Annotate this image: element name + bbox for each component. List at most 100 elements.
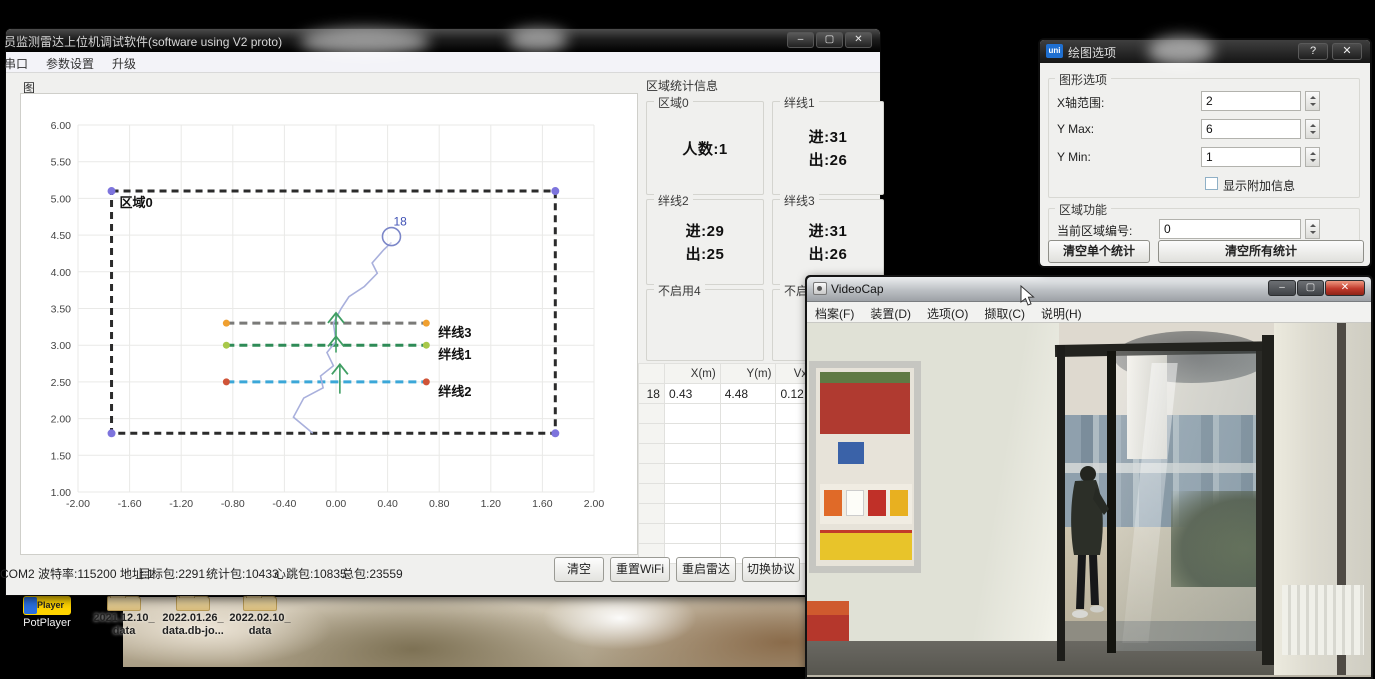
tripwire-endpoint[interactable] <box>423 320 430 327</box>
desktop-screen: Player PotPlayer 2021.12.10_ data 2022.0… <box>0 0 1375 679</box>
close-button[interactable]: ✕ <box>1325 280 1365 296</box>
y-tick-label: 2.00 <box>51 414 72 426</box>
desktop-icon-folder-3[interactable]: 2022.02.10_ data <box>224 596 296 638</box>
clear-all-stats-button[interactable]: 清空所有统计 <box>1158 240 1364 263</box>
videocap-window: VideoCap – ▢ ✕ 档案(F) 装置(D) 选项(O) 撷取(C) 说… <box>805 275 1373 679</box>
radar-titlebar[interactable]: 员监测雷达上位机调试软件(software using V2 proto) – … <box>6 29 880 52</box>
mouse-cursor <box>1020 285 1036 307</box>
menu-options[interactable]: 选项(O) <box>927 305 968 322</box>
region-corner-handle[interactable] <box>551 429 559 437</box>
status-heartbeat-packets: 心跳包:10835 <box>274 565 347 582</box>
x-tick-label: 0.40 <box>377 498 398 510</box>
restart-radar-button[interactable]: 重启雷达 <box>676 557 736 582</box>
y-tick-label: 4.00 <box>51 267 72 279</box>
y-max-input[interactable]: 6 <box>1201 119 1301 139</box>
cabinet-sign-blue <box>838 442 864 464</box>
clear-single-stat-button[interactable]: 清空单个统计 <box>1048 240 1150 263</box>
radar-app-window: 员监测雷达上位机调试软件(software using V2 proto) – … <box>5 28 881 596</box>
desktop-icon-potplayer[interactable]: Player PotPlayer <box>8 596 86 629</box>
switch-protocol-button[interactable]: 切换协议 <box>742 557 800 582</box>
status-stat-packets: 统计包:10433 <box>206 565 279 582</box>
region-corner-handle[interactable] <box>108 429 116 437</box>
menu-capture[interactable]: 撷取(C) <box>984 305 1025 322</box>
x-tick-label: 2.00 <box>584 498 605 510</box>
x-range-spinner[interactable] <box>1305 91 1320 111</box>
videocap-app-icon <box>813 282 827 295</box>
tripwire-endpoint[interactable] <box>223 342 230 349</box>
minimize-button[interactable]: – <box>1268 280 1296 296</box>
x-tick-label: 0.80 <box>429 498 450 510</box>
region0-boundary[interactable] <box>112 191 556 433</box>
close-button[interactable]: ✕ <box>1332 43 1362 60</box>
y-min-spinner[interactable] <box>1305 147 1320 167</box>
target-trajectory <box>293 242 391 433</box>
cabinet-pictogram <box>846 490 864 516</box>
menu-serial[interactable]: 串口 <box>4 55 28 72</box>
x-tick-label: 0.00 <box>326 498 347 510</box>
y-tick-label: 5.50 <box>51 157 72 169</box>
stat-box-disabled4: 不启用4 <box>646 289 764 361</box>
tripwire-label: 绊线3 <box>438 325 471 340</box>
y-min-input[interactable]: 1 <box>1201 147 1301 167</box>
blur-artifact <box>300 28 430 56</box>
y-tick-label: 1.00 <box>51 487 72 499</box>
menu-device[interactable]: 装置(D) <box>870 305 911 322</box>
region-corner-handle[interactable] <box>108 187 116 195</box>
col-x: X(m) <box>664 364 720 384</box>
stat-box-tripwire3: 绊线3 进:31 出:26 <box>772 199 884 285</box>
tripwire2-out: 出:25 <box>686 243 725 264</box>
folder-icon <box>243 596 277 611</box>
y-min-label: Y Min: <box>1057 150 1091 164</box>
show-extra-info-checkbox[interactable] <box>1205 177 1218 190</box>
menu-parameter-settings[interactable]: 参数设置 <box>46 55 94 72</box>
region-corner-handle[interactable] <box>551 187 559 195</box>
x-range-input[interactable]: 2 <box>1201 91 1301 111</box>
menu-file[interactable]: 档案(F) <box>815 305 854 322</box>
y-tick-label: 3.50 <box>51 304 72 316</box>
tripwire-endpoint[interactable] <box>423 378 430 385</box>
current-region-input[interactable]: 0 <box>1159 219 1301 239</box>
desktop-icon-folder-1[interactable]: 2021.12.10_ data <box>88 596 160 638</box>
videocap-titlebar[interactable]: VideoCap – ▢ ✕ <box>807 277 1371 302</box>
menu-upgrade[interactable]: 升级 <box>112 55 136 72</box>
status-total-packets: 总包:23559 <box>342 565 403 582</box>
region0-count: 人数:1 <box>682 138 727 159</box>
minimize-button[interactable]: – <box>787 32 814 48</box>
tripwire-endpoint[interactable] <box>223 378 230 385</box>
stat-box-tripwire2: 绊线2 进:29 出:25 <box>646 199 764 285</box>
clear-button[interactable]: 清空 <box>554 557 604 582</box>
menu-help[interactable]: 说明(H) <box>1041 305 1082 322</box>
cabinet-pictogram <box>824 490 842 516</box>
y-max-spinner[interactable] <box>1305 119 1320 139</box>
dialog-title: 绘图选项 <box>1068 44 1116 61</box>
x-range-label: X轴范围: <box>1057 94 1104 111</box>
cabinet-pictogram <box>890 490 908 516</box>
x-tick-label: 1.60 <box>532 498 553 510</box>
menu-bar: 串口 参数设置 升级 <box>6 52 880 73</box>
x-tick-label: -2.00 <box>66 498 90 510</box>
maximize-button[interactable]: ▢ <box>1297 280 1324 296</box>
videocap-title: VideoCap <box>831 282 884 296</box>
radar-plot: -2.00-1.60-1.20-0.80-0.400.000.400.801.2… <box>21 94 637 546</box>
target-marker[interactable] <box>382 228 400 246</box>
videocap-video-feed <box>807 323 1371 677</box>
y-tick-label: 4.50 <box>51 230 72 242</box>
tripwire-endpoint[interactable] <box>223 320 230 327</box>
y-tick-label: 1.50 <box>51 450 72 462</box>
maximize-button[interactable]: ▢ <box>816 32 843 48</box>
current-region-spinner[interactable] <box>1305 219 1320 239</box>
target-id-label: 18 <box>393 215 407 229</box>
help-button[interactable]: ? <box>1298 43 1328 60</box>
person-silhouette <box>1055 461 1119 625</box>
video-radiator <box>1282 585 1364 655</box>
tripwire-endpoint[interactable] <box>423 342 430 349</box>
folder-icon <box>176 596 210 611</box>
desktop-icon-folder-2[interactable]: 2022.01.26_ data.db-jo... <box>156 596 230 638</box>
x-tick-label: 1.20 <box>481 498 502 510</box>
fire-extinguisher-cabinet <box>809 361 921 573</box>
reset-wifi-button[interactable]: 重置WiFi <box>610 557 670 582</box>
stat-box-region0: 区域0 人数:1 <box>646 101 764 195</box>
uni-app-icon: uni <box>1046 44 1063 58</box>
region0-label: 区域0 <box>120 195 153 210</box>
close-button[interactable]: ✕ <box>845 32 872 48</box>
